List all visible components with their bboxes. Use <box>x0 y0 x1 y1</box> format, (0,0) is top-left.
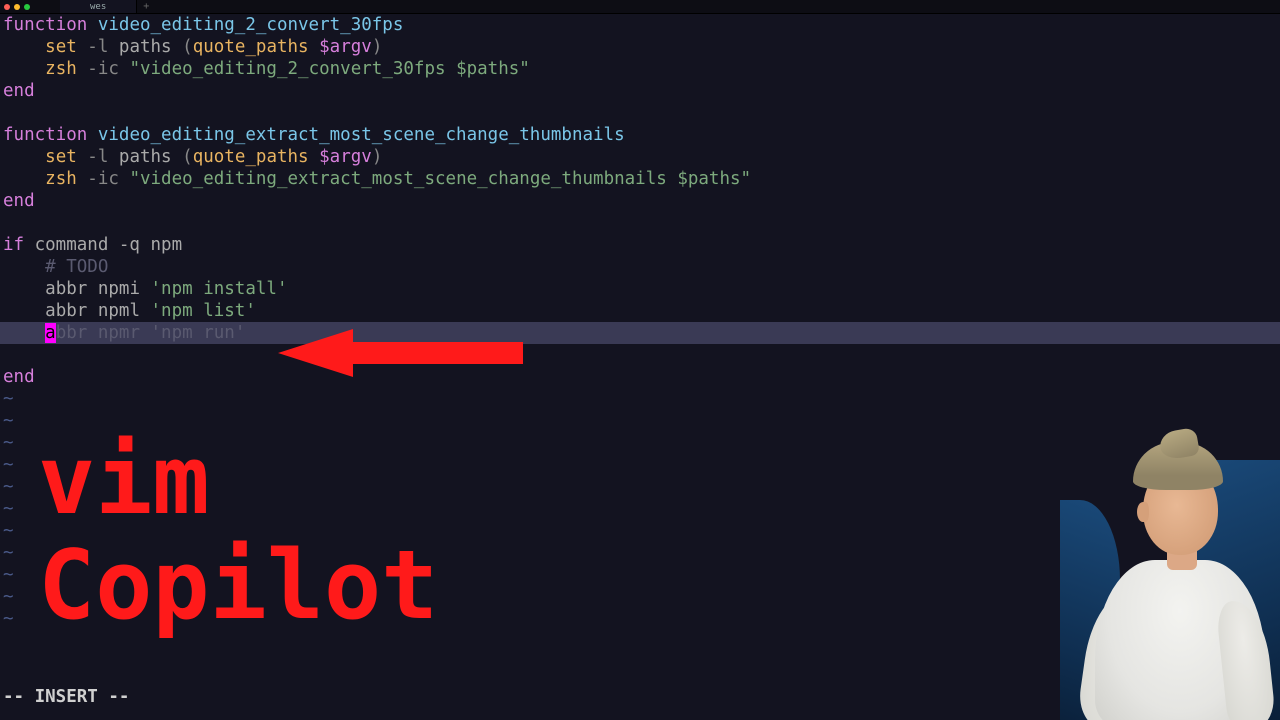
presenter-figure <box>1075 460 1265 720</box>
close-button[interactable] <box>4 4 10 10</box>
webcam-overlay <box>1060 420 1280 720</box>
maximize-button[interactable] <box>24 4 30 10</box>
tab-wes[interactable]: wes <box>60 0 137 13</box>
current-line: abbr npmr 'npm run' <box>0 322 1280 344</box>
code-line <box>0 102 1280 124</box>
terminal-window: wes + function video_editing_2_convert_3… <box>0 0 1280 720</box>
code-line: end <box>0 80 1280 102</box>
code-line: set -l paths (quote_paths $argv) <box>0 36 1280 58</box>
code-line: set -l paths (quote_paths $argv) <box>0 146 1280 168</box>
code-line: abbr npmi 'npm install' <box>0 278 1280 300</box>
code-line: abbr npml 'npm list' <box>0 300 1280 322</box>
code-line: zsh -ic "video_editing_2_convert_30fps $… <box>0 58 1280 80</box>
keyword: set <box>45 37 77 57</box>
vim-mode-indicator: -- INSERT -- <box>3 686 129 708</box>
tab-bar: wes + <box>60 0 155 13</box>
code-line: if command -q npm <box>0 234 1280 256</box>
code-line: end <box>0 366 1280 388</box>
keyword: function <box>3 15 87 35</box>
copilot-suggestion: bbr npmr 'npm run' <box>56 323 246 343</box>
code-line: end <box>0 190 1280 212</box>
code-line: zsh -ic "video_editing_extract_most_scen… <box>0 168 1280 190</box>
traffic-lights <box>4 4 30 10</box>
cursor: a <box>45 323 56 343</box>
editor-area[interactable]: function video_editing_2_convert_30fps s… <box>0 14 1280 720</box>
code-line <box>0 344 1280 366</box>
code-line: function video_editing_2_convert_30fps <box>0 14 1280 36</box>
identifier: video_editing_2_convert_30fps <box>87 15 403 35</box>
code-line: # TODO <box>0 256 1280 278</box>
minimize-button[interactable] <box>14 4 20 10</box>
code-line <box>0 212 1280 234</box>
code-line: function video_editing_extract_most_scen… <box>0 124 1280 146</box>
titlebar: wes + <box>0 0 1280 14</box>
tab-add-button[interactable]: + <box>137 1 155 12</box>
tilde-line: ~ <box>0 388 1280 410</box>
